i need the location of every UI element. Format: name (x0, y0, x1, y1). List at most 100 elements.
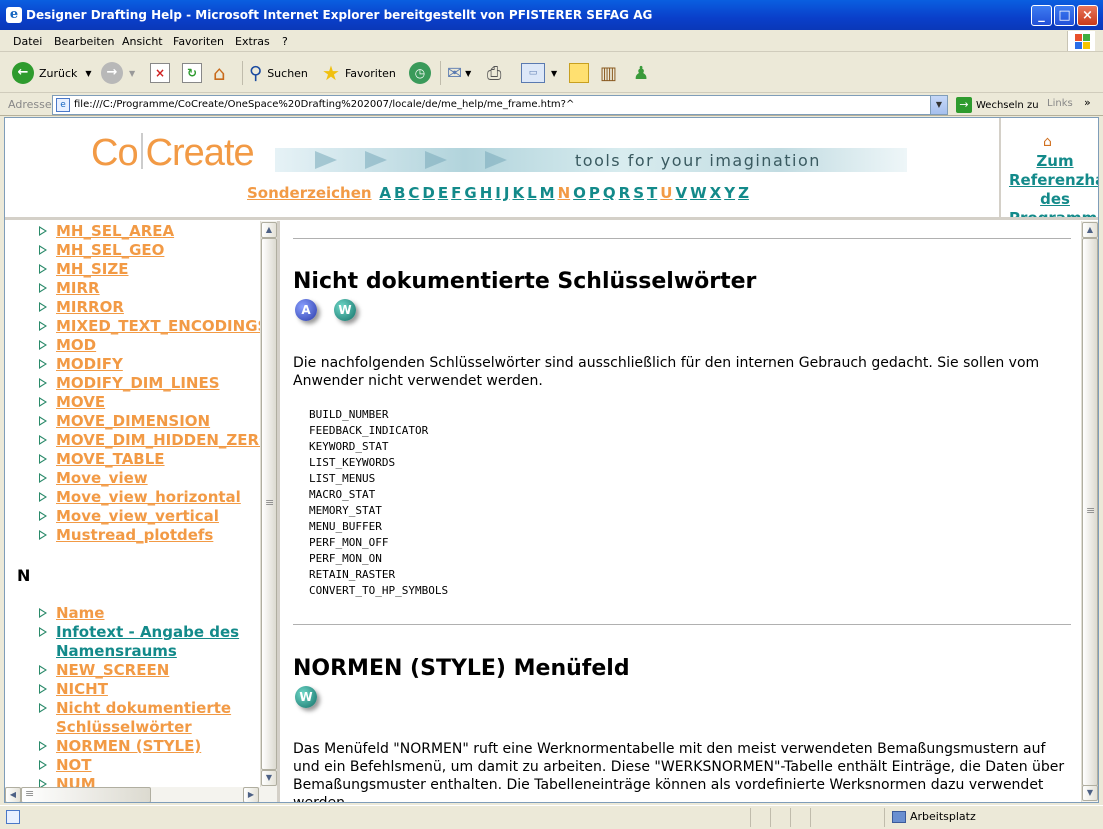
index-link-normen-style[interactable]: NORMEN (STYLE) (56, 737, 201, 756)
index-link-move-dim-hidden-zero[interactable]: MOVE_DIM_HIDDEN_ZERO (56, 431, 272, 450)
menu-favorites[interactable]: Favoriten (173, 35, 224, 48)
letter-link-b[interactable]: B (394, 184, 405, 202)
index-link-mh-size[interactable]: MH_SIZE (56, 260, 129, 279)
menu-file[interactable]: Datei (13, 35, 42, 48)
letter-link-p[interactable]: P (589, 184, 600, 202)
letter-link-j[interactable]: J (504, 184, 510, 202)
links-label[interactable]: Links (1047, 98, 1073, 109)
letter-link-l[interactable]: L (527, 184, 537, 202)
home-button[interactable]: ⌂ (213, 59, 226, 87)
chevron-right-icon[interactable]: » (1084, 96, 1091, 109)
search-button[interactable]: ⚲ Suchen (249, 59, 308, 87)
index-link-nicht-dokumentierte-schl-sselw-rter[interactable]: Nicht dokumentierte Schlüsselwörter (56, 699, 246, 737)
refresh-button[interactable]: ↻ (182, 59, 202, 87)
letter-link-o[interactable]: O (573, 184, 586, 202)
main-vertical-scrollbar[interactable]: ▲ ▼ (1081, 221, 1098, 802)
tagline: tools for your imagination (575, 151, 821, 170)
index-link-move-view-horizontal[interactable]: Move_view_horizontal (56, 488, 241, 507)
index-link-mirr[interactable]: MIRR (56, 279, 100, 298)
scroll-thumb[interactable] (261, 238, 277, 770)
mail-button[interactable]: ✉ ▼ (447, 59, 471, 87)
index-link-mh-sel-geo[interactable]: MH_SEL_GEO (56, 241, 164, 260)
maximize-button[interactable]: □ (1054, 5, 1075, 26)
letter-link-e[interactable]: E (438, 184, 448, 202)
letter-link-u[interactable]: U (660, 184, 672, 202)
index-link-mod[interactable]: MOD (56, 336, 96, 355)
letter-link-i[interactable]: I (495, 184, 501, 202)
banner-chevron (315, 151, 337, 169)
note-icon (569, 63, 589, 83)
menu-edit[interactable]: Bearbeiten (54, 35, 114, 48)
scroll-left-icon[interactable]: ◀ (5, 787, 21, 802)
letter-link-d[interactable]: D (422, 184, 434, 202)
index-link-modify-dim-lines[interactable]: MODIFY_DIM_LINES (56, 374, 220, 393)
index-link-new-screen[interactable]: NEW_SCREEN (56, 661, 169, 680)
index-link-mirror[interactable]: MIRROR (56, 298, 124, 317)
index-link-mustread-plotdefs[interactable]: Mustread_plotdefs (56, 526, 213, 545)
letter-link-q[interactable]: Q (603, 184, 616, 202)
index-link-move-dimension[interactable]: MOVE_DIMENSION (56, 412, 210, 431)
go-button[interactable]: → Wechseln zu (956, 97, 1039, 113)
reference-link[interactable]: Zum Referenzhandbuch des Programms (1009, 152, 1098, 217)
menu-view[interactable]: Ansicht (122, 35, 163, 48)
letter-link-k[interactable]: K (512, 184, 524, 202)
index-vertical-scrollbar[interactable]: ▲ ▼ (260, 221, 277, 787)
index-link-move-table[interactable]: MOVE_TABLE (56, 450, 165, 469)
letter-link-r[interactable]: R (619, 184, 631, 202)
windows-logo-icon (1067, 31, 1095, 51)
letter-link-c[interactable]: C (408, 184, 419, 202)
chevron-down-icon[interactable]: ▼ (930, 96, 947, 114)
chevron-down-icon: ▼ (85, 68, 92, 78)
index-link-modify[interactable]: MODIFY (56, 355, 123, 374)
scroll-up-icon[interactable]: ▲ (1082, 222, 1098, 238)
index-link-name[interactable]: Name (56, 604, 104, 623)
letter-link-h[interactable]: H (480, 184, 493, 202)
letter-link-a[interactable]: A (379, 184, 391, 202)
letter-link-z[interactable]: Z (738, 184, 749, 202)
index-link-nicht[interactable]: NICHT (56, 680, 108, 699)
close-button[interactable]: × (1077, 5, 1098, 26)
messenger-button[interactable]: ♟ (633, 59, 649, 87)
research-button[interactable]: ▥ (600, 59, 617, 87)
letter-link-y[interactable]: Y (724, 184, 735, 202)
letter-link-f[interactable]: F (451, 184, 461, 202)
title-bar[interactable]: e Designer Drafting Help - Microsoft Int… (0, 0, 1103, 30)
letter-link-v[interactable]: V (675, 184, 687, 202)
favorites-button[interactable]: ★ Favoriten (322, 59, 396, 87)
letter-link-x[interactable]: X (710, 184, 722, 202)
discuss-button[interactable] (569, 59, 589, 87)
letter-link-n[interactable]: N (558, 184, 571, 202)
cocreate-logo: Co Create (91, 132, 255, 175)
edit-button[interactable]: ▭ ▼ (521, 59, 557, 87)
letter-link-t[interactable]: T (647, 184, 657, 202)
bullet-triangle-icon (39, 340, 47, 350)
minimize-button[interactable]: _ (1031, 5, 1052, 26)
letter-link-g[interactable]: G (464, 184, 476, 202)
index-link-infotext-angabe-des-namensraums[interactable]: Infotext - Angabe des Namensraums (56, 623, 246, 661)
menu-tools[interactable]: Extras (235, 35, 270, 48)
letter-link-s[interactable]: S (633, 184, 644, 202)
forward-button[interactable]: → ▼ (101, 59, 135, 87)
address-input[interactable]: e file:///C:/Programme/CoCreate/OneSpace… (52, 95, 948, 115)
scroll-down-icon[interactable]: ▼ (261, 770, 277, 786)
scroll-thumb[interactable] (21, 787, 151, 802)
scroll-right-icon[interactable]: ▶ (243, 787, 259, 802)
index-link-move-view-vertical[interactable]: Move_view_vertical (56, 507, 219, 526)
scroll-up-icon[interactable]: ▲ (261, 222, 277, 238)
back-button[interactable]: ← Zurück ▼ (12, 59, 92, 87)
index-link-move-view[interactable]: Move_view (56, 469, 148, 488)
scroll-down-icon[interactable]: ▼ (1082, 785, 1098, 801)
menu-help[interactable]: ? (282, 35, 288, 48)
letter-link-m[interactable]: M (540, 184, 555, 202)
print-button[interactable]: ⎙ (487, 59, 501, 87)
history-button[interactable]: ◷ (409, 59, 431, 87)
index-link-mixed-text-encodings[interactable]: MIXED_TEXT_ENCODINGS (56, 317, 268, 336)
index-link-move[interactable]: MOVE (56, 393, 105, 412)
letter-link-w[interactable]: W (690, 184, 707, 202)
index-link-mh-sel-area[interactable]: MH_SEL_AREA (56, 222, 174, 241)
stop-button[interactable]: × (150, 59, 170, 87)
index-horizontal-scrollbar[interactable]: ◀ ▶ (5, 787, 277, 802)
special-chars-link[interactable]: Sonderzeichen (247, 184, 372, 202)
scroll-thumb[interactable] (1082, 238, 1098, 786)
index-link-not[interactable]: NOT (56, 756, 92, 775)
